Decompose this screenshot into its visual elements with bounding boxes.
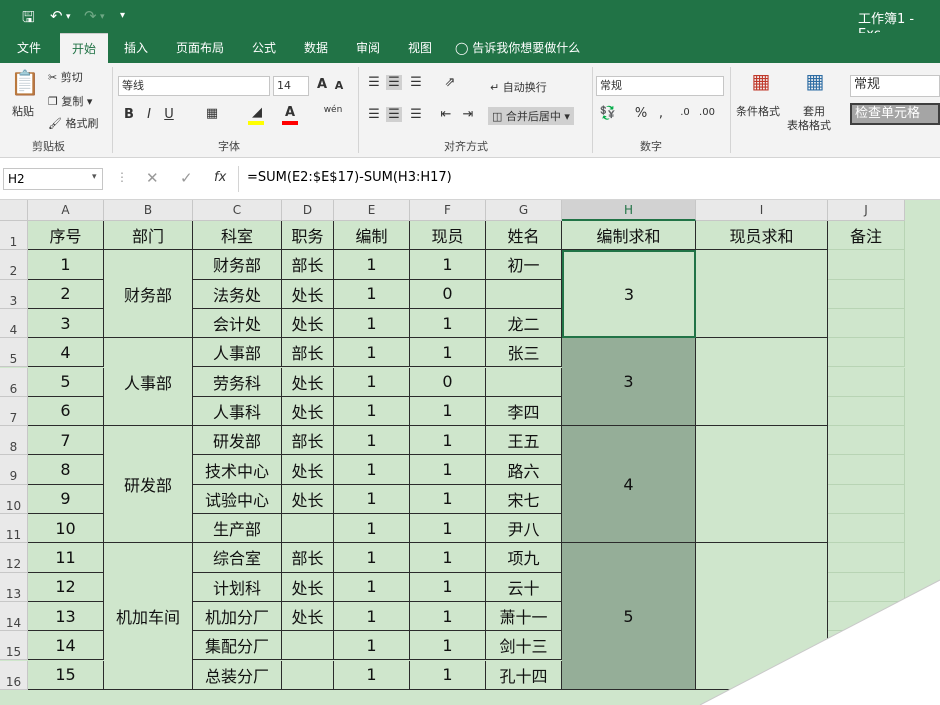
page-curl-overlay [699, 579, 940, 705]
